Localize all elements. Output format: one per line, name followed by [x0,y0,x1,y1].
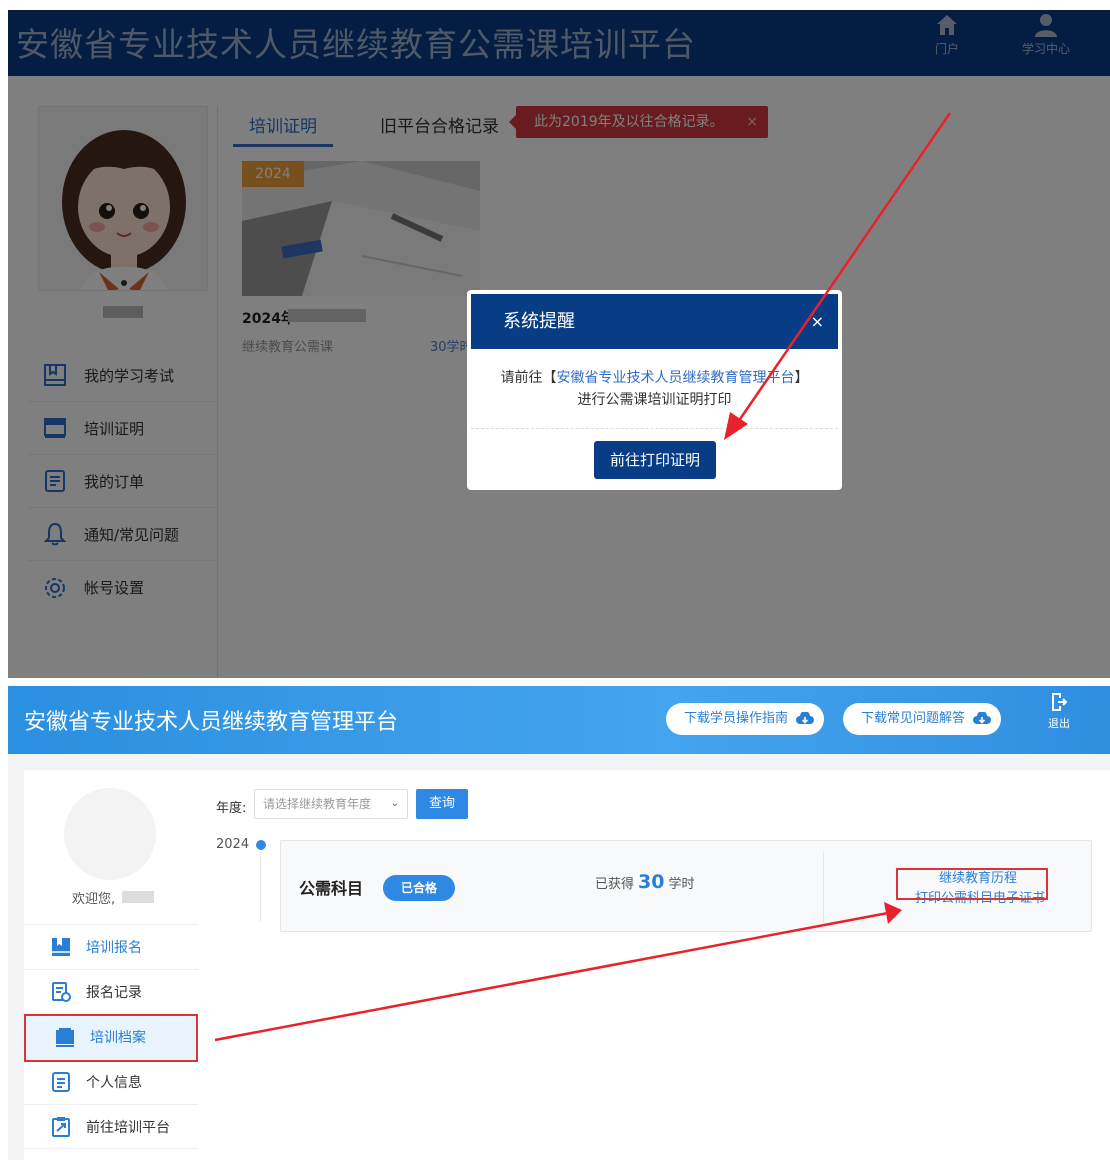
logout-button[interactable]: 退出 [1044,692,1074,731]
timeline-year: 2024 [216,837,250,852]
dialog-body: 请前往【安徽省专业技术人员继续教育管理平台】进行公需课培训证明打印 [467,349,842,411]
subject-name: 公需科目 [299,879,364,898]
download-faq-button[interactable]: 下载常见问题解答 [843,703,1001,735]
timeline-line [260,852,261,922]
archive-item-highlight [24,1014,198,1062]
bottom-stage: 欢迎您, 培训报名 报名记录 培训档案 个人信息 前往培训平台 年度: 请选择继… [8,754,1110,1160]
timeline-dot [256,840,266,850]
sidebar-item-go-training-platform[interactable]: 前往培训平台 [24,1104,198,1149]
year-select-placeholder: 请选择继续教育年度 [263,797,372,811]
dialog-body-prefix: 请前往【 [500,370,557,386]
profile-icon [52,1072,70,1092]
status-badge: 已合格 [383,875,455,901]
dialog-title: 系统提醒 [503,311,575,332]
query-button[interactable]: 查询 [416,789,468,819]
year-select[interactable]: 请选择继续教育年度 ⌄ [254,789,408,819]
year-filter-label: 年度: [216,801,247,816]
sidebar-item-label: 个人信息 [86,1075,142,1091]
earned-prefix: 已获得 [595,877,635,892]
sidebar-item-registration-records[interactable]: 报名记录 [24,969,198,1014]
earned-unit: 学时 [668,877,695,892]
download-guide-label: 下载学员操作指南 [684,711,789,726]
logout-label: 退出 [1048,717,1070,730]
chevron-down-icon: ⌄ [390,798,399,809]
system-reminder-dialog: 系统提醒 × 请前往【安徽省专业技术人员继续教育管理平台】进行公需课培训证明打印… [467,290,842,490]
cloud-download-icon [796,710,815,724]
register-icon [52,938,70,956]
username-masked [122,891,154,903]
management-platform-screenshot: 安徽省专业技术人员继续教育管理平台 下载学员操作指南 下载常见问题解答 退出 欢… [0,686,1110,1160]
go-print-button[interactable]: 前往打印证明 [594,441,716,479]
old-platform-screenshot: 安徽省专业技术人员继续教育公需课培训平台 门户 学习中心 [0,0,1110,678]
download-guide-button[interactable]: 下载学员操作指南 [666,703,824,735]
logout-icon [1052,693,1068,711]
earned-value: 30 [638,871,665,893]
sidebar-item-training-registration[interactable]: 培训报名 [24,924,198,969]
record-divider [823,851,824,923]
training-archive-content: 年度: 请选择继续教育年度 ⌄ 查询 2024 公需科目 已合格 已获得 30 学时… [198,770,1110,1160]
sidebar-item-label: 报名记录 [86,985,142,1001]
print-link-highlight [896,868,1048,900]
bottom-sidebar: 欢迎您, 培训报名 报名记录 培训档案 个人信息 前往培训平台 [24,770,198,1160]
bottom-header-title: 安徽省专业技术人员继续教育管理平台 [24,710,399,735]
earned-hours: 已获得 30 学时 [595,871,694,893]
welcome-text: 欢迎您, [72,892,116,907]
download-faq-label: 下载常见问题解答 [861,711,966,726]
cloud-download-icon [973,710,992,724]
avatar [64,788,156,880]
sidebar-item-label: 前往培训平台 [86,1119,170,1136]
sidebar-item-label: 培训报名 [86,940,142,956]
dialog-divider [471,428,838,429]
dialog-platform-link[interactable]: 安徽省专业技术人员继续教育管理平台 [557,370,795,386]
bottom-header: 安徽省专业技术人员继续教育管理平台 下载学员操作指南 下载常见问题解答 退出 [8,686,1110,754]
record-icon [52,982,71,1002]
sidebar-item-personal-info[interactable]: 个人信息 [24,1059,198,1104]
dialog-header: 系统提醒 × [471,294,838,349]
external-icon [52,1116,70,1137]
dialog-close-icon[interactable]: × [811,294,824,349]
